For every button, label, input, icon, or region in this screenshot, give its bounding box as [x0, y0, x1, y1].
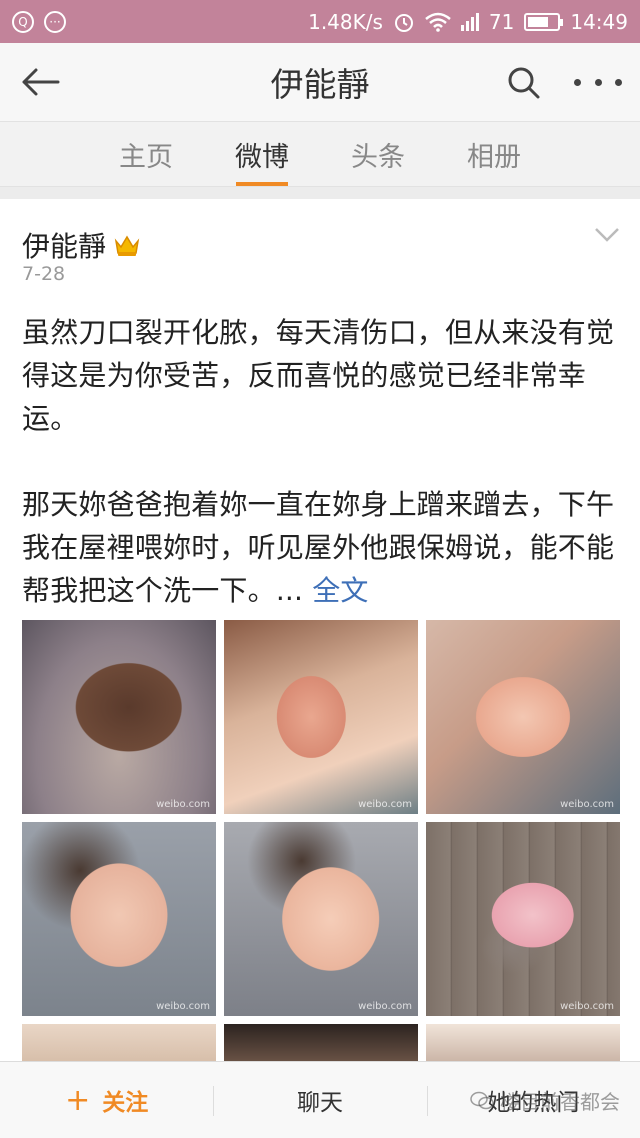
qq-icon: Q: [12, 10, 34, 33]
tab-albums[interactable]: 相册: [436, 122, 552, 186]
post-ellipsis: ...: [275, 574, 304, 607]
tab-home[interactable]: 主页: [88, 122, 204, 186]
status-bar: Q ··· 1.48K/s 71 14:49: [0, 0, 640, 43]
profile-tabs: 主页 微博 头条 相册: [0, 121, 640, 187]
full-text-link[interactable]: 全文: [312, 574, 368, 607]
more-dot-icon: [574, 78, 581, 86]
photo-grid: weibo.com weibo.com weibo.com weibo.com …: [22, 620, 620, 1061]
photo-watermark: weibo.com: [560, 799, 614, 810]
photo-thumbnail[interactable]: weibo.com: [22, 620, 216, 814]
photo-thumbnail[interactable]: [426, 1024, 620, 1061]
photo-watermark: weibo.com: [358, 799, 412, 810]
battery-percent: 71: [488, 9, 515, 34]
tab-weibo[interactable]: 微博: [204, 122, 320, 186]
more-dot-icon: [594, 78, 602, 86]
photo-thumbnail[interactable]: weibo.com: [426, 822, 620, 1016]
chevron-down-icon[interactable]: [594, 227, 620, 243]
photo-thumbnail[interactable]: weibo.com: [426, 620, 620, 814]
more-button[interactable]: [574, 67, 622, 97]
watermark-text: 楼目前香都会: [500, 1090, 620, 1114]
photo-thumbnail[interactable]: weibo.com: [224, 822, 418, 1016]
vip-crown-icon: [114, 235, 140, 256]
post-paragraph: 虽然刀口裂开化脓，每天清伤口，但从来没有觉得这是为你受苦，反而喜悦的感觉已经非常…: [22, 316, 615, 435]
photo-thumbnail[interactable]: [22, 1024, 216, 1061]
photo-thumbnail[interactable]: [224, 1024, 418, 1061]
tab-headlines[interactable]: 头条: [320, 122, 436, 186]
post-author[interactable]: 伊能靜: [22, 225, 106, 265]
clock: 14:49: [570, 9, 628, 34]
search-button[interactable]: [504, 63, 544, 103]
post-date: 7-28: [22, 263, 66, 285]
message-icon: ···: [44, 10, 66, 33]
wechat-watermark: 楼目前香都会: [470, 1086, 620, 1115]
title-bar: 伊能靜: [0, 43, 640, 121]
follow-button[interactable]: + 关注: [0, 1062, 213, 1138]
divider: [0, 187, 640, 199]
chat-button[interactable]: 聊天: [213, 1062, 426, 1138]
more-dot-icon: [615, 78, 622, 86]
follow-label: 关注: [102, 1090, 149, 1116]
battery-icon: [524, 12, 564, 31]
page-title: 伊能靜: [270, 65, 370, 104]
network-speed: 1.48K/s: [308, 9, 383, 34]
chat-label: 聊天: [296, 1090, 343, 1116]
back-button[interactable]: [18, 62, 62, 102]
photo-watermark: weibo.com: [358, 1001, 412, 1012]
back-arrow-icon: [22, 68, 60, 96]
search-icon: [508, 67, 540, 99]
post-body: 虽然刀口裂开化脓，每天清伤口，但从来没有觉得这是为你受苦，反而喜悦的感觉已经非常…: [22, 311, 622, 612]
wechat-icon: [470, 1091, 494, 1109]
photo-watermark: weibo.com: [156, 1001, 210, 1012]
photo-watermark: weibo.com: [156, 799, 210, 810]
plus-icon: +: [65, 1082, 91, 1118]
alarm-icon: [394, 13, 413, 32]
signal-icon: [460, 12, 479, 31]
wifi-icon: [425, 12, 451, 32]
photo-thumbnail[interactable]: weibo.com: [22, 822, 216, 1016]
photo-watermark: weibo.com: [560, 1001, 614, 1012]
photo-thumbnail[interactable]: weibo.com: [224, 620, 418, 814]
weibo-post: 伊能靜 7-28 虽然刀口裂开化脓，每天清伤口，但从来没有觉得这是为你受苦，反而…: [0, 199, 640, 1061]
